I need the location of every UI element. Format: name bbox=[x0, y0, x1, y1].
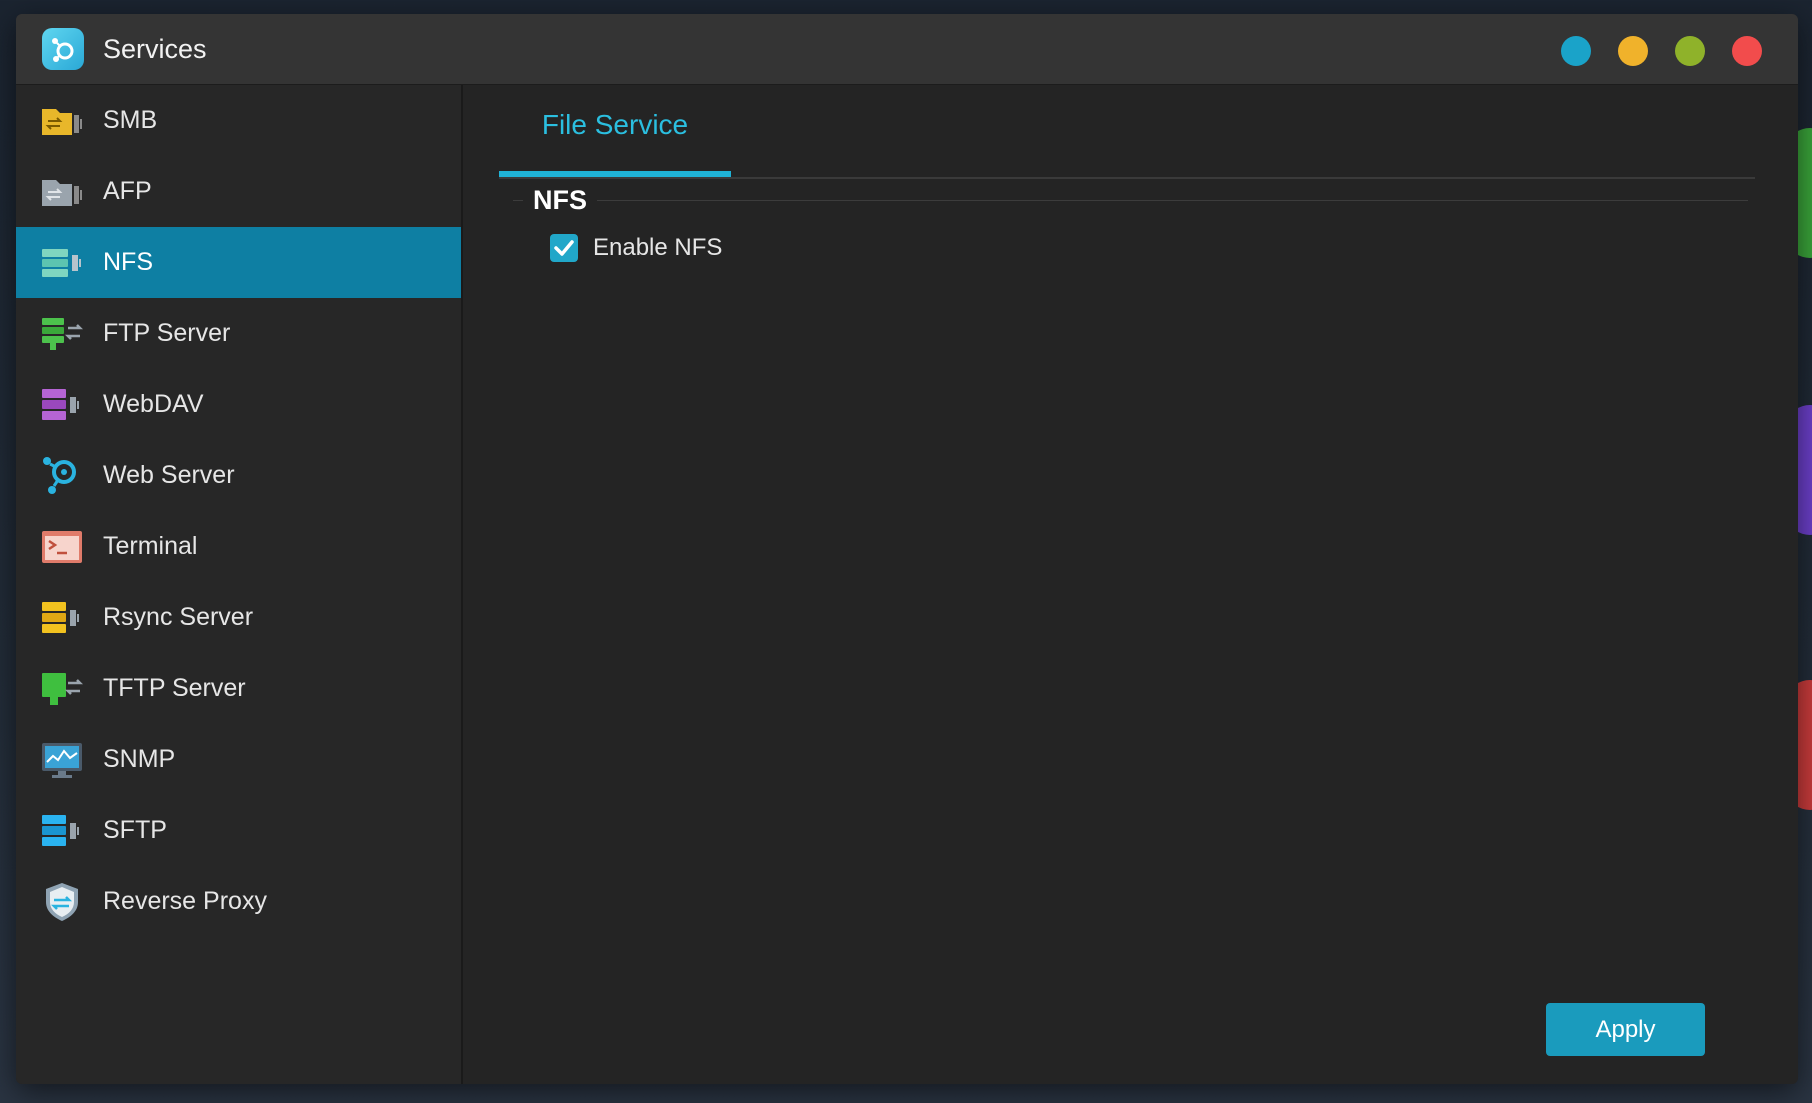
apply-button[interactable]: Apply bbox=[1546, 1003, 1705, 1056]
checkmark-icon bbox=[554, 240, 574, 256]
minimize-window-button[interactable] bbox=[1618, 36, 1648, 66]
sidebar-item-label: FTP Server bbox=[103, 319, 231, 347]
web-server-icon bbox=[43, 457, 76, 494]
close-window-button[interactable] bbox=[1732, 36, 1762, 66]
sidebar-item-sftp[interactable]: SFTP bbox=[16, 795, 461, 866]
ftp-server-icon bbox=[42, 318, 84, 350]
enable-nfs-checkbox[interactable] bbox=[550, 234, 578, 262]
sidebar-item-terminal[interactable]: Terminal bbox=[16, 511, 461, 582]
sidebar-item-label: Rsync Server bbox=[103, 603, 254, 631]
services-window: Services SMB AFP NFS FTP Server WebDAV W… bbox=[16, 14, 1798, 1084]
rsync-server-icon bbox=[42, 602, 79, 633]
section-title: NFS bbox=[523, 185, 597, 216]
sidebar-item-label: WebDAV bbox=[103, 390, 204, 418]
tftp-server-icon bbox=[42, 673, 84, 705]
sidebar-item-label: NFS bbox=[103, 248, 153, 276]
sidebar-item-afp[interactable]: AFP bbox=[16, 156, 461, 227]
section-divider bbox=[513, 200, 1748, 201]
services-app-icon bbox=[42, 28, 84, 70]
sidebar-item-label: Web Server bbox=[103, 461, 235, 489]
sidebar-item-rsync-server[interactable]: Rsync Server bbox=[16, 582, 461, 653]
sidebar-item-web-server[interactable]: Web Server bbox=[16, 440, 461, 511]
sidebar: SMB AFP NFS FTP Server WebDAV Web Server… bbox=[16, 85, 463, 1084]
enable-nfs-label[interactable]: Enable NFS bbox=[593, 234, 722, 262]
title-bar: Services bbox=[16, 14, 1798, 85]
afp-icon bbox=[42, 180, 82, 206]
tab-label: File Service bbox=[541, 109, 689, 140]
sidebar-item-webdav[interactable]: WebDAV bbox=[16, 369, 461, 440]
reverse-proxy-icon bbox=[46, 883, 78, 921]
sidebar-item-tftp-server[interactable]: TFTP Server bbox=[16, 653, 461, 724]
sidebar-item-label: Reverse Proxy bbox=[103, 887, 267, 915]
tab-file-service[interactable]: File Service bbox=[499, 85, 731, 177]
sidebar-item-label: Terminal bbox=[103, 532, 198, 560]
main-content: File Service NFS Enable NFS Apply bbox=[463, 85, 1798, 1084]
terminal-icon bbox=[42, 531, 82, 563]
maximize-window-button[interactable] bbox=[1675, 36, 1705, 66]
sidebar-item-label: AFP bbox=[103, 177, 152, 205]
tab-bar: File Service bbox=[499, 85, 1755, 179]
sftp-icon bbox=[42, 815, 79, 846]
sidebar-item-label: SMB bbox=[103, 106, 158, 134]
webdav-icon bbox=[42, 389, 79, 420]
sidebar-item-ftp-server[interactable]: FTP Server bbox=[16, 298, 461, 369]
sidebar-item-label: SNMP bbox=[103, 745, 176, 773]
sidebar-item-snmp[interactable]: SNMP bbox=[16, 724, 461, 795]
sidebar-item-smb[interactable]: SMB bbox=[16, 85, 461, 156]
sidebar-item-label: SFTP bbox=[103, 816, 167, 844]
window-title: Services bbox=[103, 34, 207, 64]
sidebar-item-reverse-proxy[interactable]: Reverse Proxy bbox=[16, 866, 461, 937]
sidebar-item-nfs[interactable]: NFS bbox=[16, 227, 461, 298]
nfs-icon bbox=[42, 249, 81, 277]
info-window-button[interactable] bbox=[1561, 36, 1591, 66]
sidebar-item-label: TFTP Server bbox=[103, 674, 246, 702]
smb-icon bbox=[42, 109, 82, 135]
snmp-icon bbox=[42, 743, 82, 778]
